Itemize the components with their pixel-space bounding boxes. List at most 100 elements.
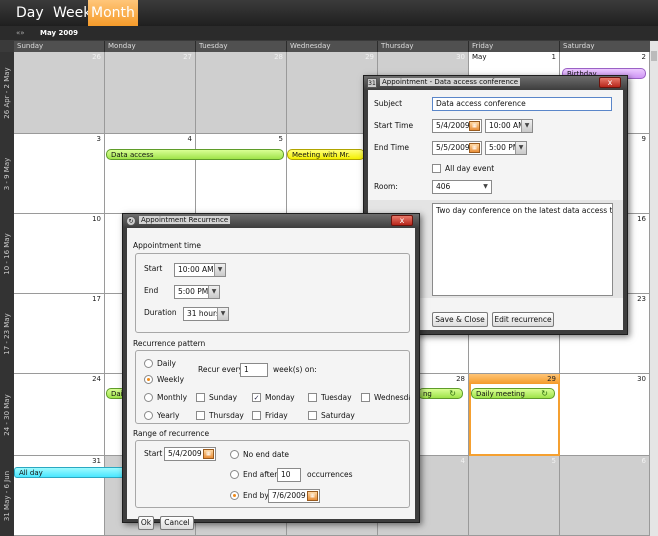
appointment-all-day[interactable]: All day [14, 467, 129, 478]
week-label: 31 May - 6 Jun [0, 456, 14, 536]
day-name-wednesday: Wednesday [287, 41, 378, 52]
calendar-picker-icon[interactable]: ▦ [469, 143, 480, 153]
view-switcher-bar: Day Week Month [0, 0, 658, 26]
range-group: Start 5/4/2009 ▦ No end date End after 10… [135, 440, 410, 508]
range-start-date-picker[interactable]: 5/4/2009 ▦ [164, 447, 216, 461]
recur-every-label: Recur every [198, 365, 244, 374]
monday-checkbox[interactable]: ✓ [252, 393, 261, 402]
vertical-scrollbar[interactable] [650, 41, 658, 536]
chevron-down-icon[interactable]: ▼ [480, 181, 491, 193]
appointment-meeting[interactable]: Meeting with Mr. [287, 149, 365, 160]
close-icon[interactable]: x [599, 77, 621, 88]
end-after-input[interactable]: 10 [277, 468, 301, 482]
day-cell[interactable]: 28 [196, 52, 287, 134]
day-cell[interactable]: 5 [196, 134, 287, 214]
day-cell[interactable]: 3 [14, 134, 105, 214]
chevron-down-icon[interactable]: ▼ [521, 120, 532, 132]
day-cell[interactable]: 26 [14, 52, 105, 134]
yearly-radio[interactable] [144, 411, 153, 420]
friday-checkbox[interactable] [252, 411, 261, 420]
subject-label: Subject [374, 99, 403, 108]
appointment-time-group: Start 10:00 AM ▼ End 5:00 PM ▼ Duration 31… [135, 253, 410, 333]
save-close-button[interactable]: Save & Close [432, 312, 488, 327]
end-date-picker[interactable]: 5/5/2009 ▦ [432, 141, 482, 155]
calendar-picker-icon[interactable]: ▦ [469, 121, 480, 131]
occurrences-label: occurrences [307, 470, 353, 479]
weekly-label: Weekly [157, 375, 185, 384]
monthly-radio[interactable] [144, 393, 153, 402]
appointment-dialog-titlebar[interactable]: 31 Appointment - Data access conference … [364, 76, 627, 90]
end-by-radio[interactable] [230, 491, 239, 500]
chevron-down-icon[interactable]: ▼ [515, 142, 526, 154]
duration-combo[interactable]: 31 hours ▼ [183, 307, 229, 321]
start-date-picker[interactable]: 5/4/2009 ▦ [432, 119, 482, 133]
week-label: 26 Apr - 2 May [0, 52, 14, 134]
start-time-label: Start Time [374, 121, 414, 130]
day-cell[interactable]: 6 [560, 456, 650, 536]
day-name-saturday: Saturday [560, 41, 652, 52]
day-cell[interactable]: 30 [560, 374, 650, 456]
chevron-down-icon[interactable]: ▼ [217, 308, 228, 320]
day-cell[interactable]: 17 [14, 294, 105, 374]
start-time-combo[interactable]: 10:00 AM ▼ [174, 263, 226, 277]
end-by-date-picker[interactable]: 7/6/2009 ▦ [268, 489, 320, 503]
cancel-button[interactable]: Cancel [160, 516, 194, 530]
appointment-daily-meeting-friday[interactable]: Daily meeting ↻ [471, 388, 555, 399]
wednesday-label: Wednesday [374, 393, 410, 402]
subject-input[interactable]: Data access conference [432, 97, 612, 111]
ok-button[interactable]: Ok [138, 516, 154, 530]
appointment-data-access[interactable]: Data access [106, 149, 284, 160]
close-icon[interactable]: x [391, 215, 413, 226]
nav-arrows-icon[interactable]: «» [16, 26, 25, 40]
end-after-radio[interactable] [230, 470, 239, 479]
edit-recurrence-button[interactable]: Edit recurrence [492, 312, 554, 327]
recurrence-dialog-title: Appointment Recurrence [139, 216, 231, 224]
recurrence-icon: ↻ [449, 389, 456, 398]
tab-day[interactable]: Day [13, 0, 47, 26]
day-name-monday: Monday [105, 41, 196, 52]
day-cell[interactable]: 27 [105, 52, 196, 134]
today-highlight [469, 374, 559, 384]
day-name-tuesday: Tuesday [196, 41, 287, 52]
yearly-label: Yearly [157, 411, 180, 420]
day-names-header: Sunday Monday Tuesday Wednesday Thursday… [14, 41, 652, 52]
end-time-combo[interactable]: 5:00 PM ▼ [485, 141, 527, 155]
all-day-checkbox[interactable] [432, 164, 441, 173]
end-time-combo[interactable]: 5:00 PM ▼ [174, 285, 220, 299]
day-cell[interactable]: 4 [105, 134, 196, 214]
recur-every-input[interactable]: 1 [240, 363, 268, 377]
wednesday-checkbox[interactable] [361, 393, 370, 402]
chevron-down-icon[interactable]: ▼ [214, 264, 225, 276]
recurrence-dialog-body: Appointment time Start 10:00 AM ▼ End 5:0… [127, 228, 415, 530]
saturday-checkbox[interactable] [308, 411, 317, 420]
scrollbar-thumb[interactable] [651, 51, 657, 61]
month-navigation-bar: «» May 2009 [0, 26, 658, 40]
no-end-date-radio[interactable] [230, 450, 239, 459]
start-time-combo[interactable]: 10:00 AM ▼ [485, 119, 533, 133]
duration-label: Duration [144, 308, 177, 317]
sunday-label: Sunday [209, 393, 238, 402]
day-name-thursday: Thursday [378, 41, 469, 52]
calendar-picker-icon[interactable]: ▦ [203, 449, 214, 459]
appointment-daily-meeting-thursday[interactable]: ng ↻ [418, 388, 463, 399]
weekly-radio[interactable] [144, 375, 153, 384]
tab-month[interactable]: Month [88, 0, 138, 26]
week-label: 10 - 16 May [0, 214, 14, 294]
day-cell-today[interactable]: 29 [469, 374, 560, 456]
calendar-picker-icon[interactable]: ▦ [307, 491, 318, 501]
room-combo[interactable]: 406 ▼ [432, 180, 492, 194]
weeks-on-label: week(s) on: [273, 365, 317, 374]
recurrence-dialog-titlebar[interactable]: ↻ Appointment Recurrence x [123, 214, 419, 228]
day-cell[interactable]: 10 [14, 214, 105, 294]
friday-label: Friday [265, 411, 288, 420]
month-name-label: May [472, 53, 487, 61]
day-cell[interactable]: 5 [469, 456, 560, 536]
chevron-down-icon[interactable]: ▼ [208, 286, 219, 298]
daily-radio[interactable] [144, 359, 153, 368]
sunday-checkbox[interactable] [196, 393, 205, 402]
tuesday-checkbox[interactable] [308, 393, 317, 402]
day-cell[interactable]: 24 [14, 374, 105, 456]
monthly-label: Monthly [157, 393, 188, 402]
description-input[interactable]: Two day conference on the latest data ac… [432, 203, 613, 296]
thursday-checkbox[interactable] [196, 411, 205, 420]
